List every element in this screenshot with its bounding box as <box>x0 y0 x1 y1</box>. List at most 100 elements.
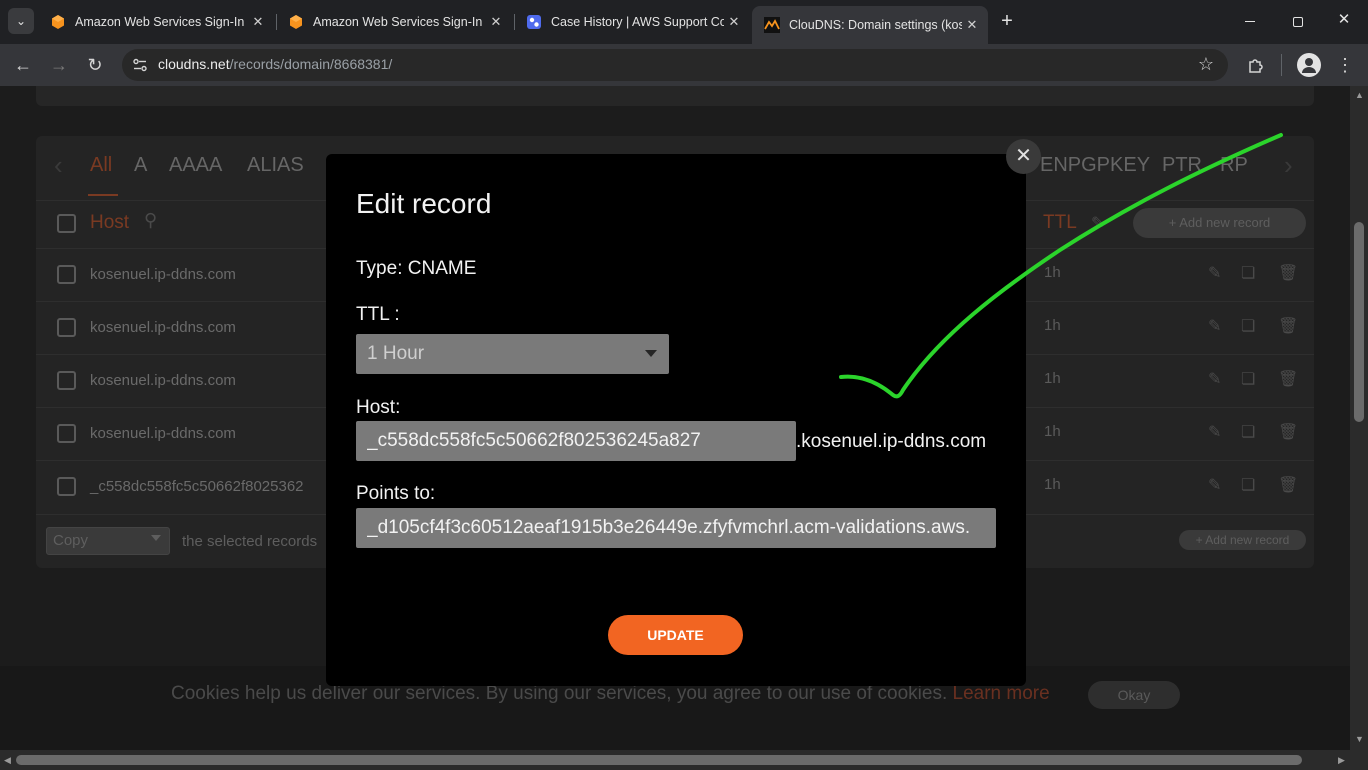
trash-icon[interactable]: 🗑 <box>1278 263 1298 283</box>
tab-a[interactable]: A <box>134 154 147 177</box>
trash-icon[interactable]: 🗑 <box>1278 316 1298 336</box>
host-column-header[interactable]: Host <box>90 212 129 234</box>
browser-tab-2[interactable]: Amazon Web Services Sign-In ✕ <box>276 8 512 36</box>
trash-icon[interactable]: 🗑 <box>1278 475 1298 495</box>
plus-icon: + <box>1001 10 1013 32</box>
cloudns-icon <box>764 17 780 33</box>
browser-tab-1[interactable]: Amazon Web Services Sign-In ✕ <box>38 8 274 36</box>
update-button[interactable]: UPDATE <box>608 615 743 655</box>
tab-rp[interactable]: RP <box>1220 154 1248 177</box>
tab-all[interactable]: All <box>90 154 112 177</box>
forward-button[interactable]: → <box>45 52 73 78</box>
scroll-right-icon[interactable]: ▶ <box>1338 755 1345 766</box>
menu-button[interactable]: ⋮ <box>1331 52 1359 78</box>
copy-record-icon[interactable]: ❏ <box>1241 263 1255 283</box>
reload-button[interactable]: ↻ <box>81 52 109 78</box>
arrow-left-icon: ← <box>14 55 32 75</box>
aws-icon <box>290 15 302 29</box>
select-all-checkbox[interactable] <box>57 214 76 233</box>
row-checkbox[interactable] <box>57 318 76 337</box>
copy-record-icon[interactable]: ❏ <box>1241 475 1255 495</box>
host-input[interactable] <box>356 421 796 461</box>
close-icon[interactable]: ✕ <box>724 14 744 30</box>
scroll-down-icon[interactable]: ▼ <box>1355 734 1364 744</box>
row-host: _c558dc558fc5c50662f8025362 <box>90 478 304 495</box>
cookie-message: Cookies help us deliver our services. By… <box>171 683 948 704</box>
host-label: Host: <box>356 397 401 418</box>
close-icon[interactable]: ✕ <box>486 14 506 30</box>
points-to-input[interactable] <box>356 508 996 548</box>
arrow-right-icon: → <box>50 55 68 75</box>
browser-tab-4-active[interactable]: ClouDNS: Domain settings (kos ✕ <box>752 6 988 44</box>
address-bar[interactable]: cloudns.net/records/domain/8668381/ ☆ <box>122 49 1228 81</box>
caret-down-icon <box>645 350 657 357</box>
profile-button[interactable] <box>1297 53 1321 77</box>
vertical-scrollbar[interactable]: ▲ ▼ <box>1350 86 1368 750</box>
close-window-button[interactable]: ✕ <box>1334 10 1354 30</box>
site-settings-icon <box>133 58 147 72</box>
copy-record-icon[interactable]: ❏ <box>1241 422 1255 442</box>
modal-title: Edit record <box>356 188 492 219</box>
cookie-okay-button[interactable]: Okay <box>1088 681 1180 709</box>
close-icon: ✕ <box>1337 11 1351 28</box>
row-host: kosenuel.ip-ddns.com <box>90 425 236 442</box>
ttl-column-header[interactable]: TTL <box>1043 212 1077 234</box>
add-new-record-button-bottom[interactable]: + Add new record <box>1179 530 1306 550</box>
horizontal-scrollbar[interactable]: ◀ ▶ <box>0 750 1368 770</box>
add-new-record-button[interactable]: + Add new record <box>1133 208 1306 238</box>
extensions-button[interactable] <box>1242 52 1270 78</box>
url-path: /records/domain/8668381/ <box>229 56 393 72</box>
learn-more-link[interactable]: Learn more <box>953 683 1050 704</box>
row-host: kosenuel.ip-ddns.com <box>90 266 236 283</box>
row-checkbox[interactable] <box>57 424 76 443</box>
tab-aaaa[interactable]: AAAA <box>169 154 222 177</box>
row-host: kosenuel.ip-ddns.com <box>90 319 236 336</box>
browser-tab-3[interactable]: Case History | AWS Support Cor ✕ <box>514 8 750 36</box>
row-checkbox[interactable] <box>57 477 76 496</box>
url-text: cloudns.net/records/domain/8668381/ <box>158 56 392 72</box>
tab-alias[interactable]: ALIAS <box>247 154 304 177</box>
search-icon[interactable]: ⚲ <box>144 210 157 231</box>
minimize-button[interactable] <box>1240 12 1260 32</box>
edit-icon[interactable]: ✎ <box>1208 369 1221 389</box>
edit-icon[interactable]: ✎ <box>1208 316 1221 336</box>
avatar-icon <box>1302 58 1316 73</box>
edit-icon[interactable]: ✎ <box>1091 213 1104 233</box>
row-checkbox[interactable] <box>57 371 76 390</box>
close-icon[interactable]: ✕ <box>248 14 268 30</box>
chevron-right-icon[interactable]: › <box>1284 150 1293 181</box>
edit-icon[interactable]: ✎ <box>1208 422 1221 442</box>
minimize-icon <box>1245 21 1255 22</box>
tab-ptr[interactable]: PTR <box>1162 154 1202 177</box>
horizontal-scroll-thumb[interactable] <box>16 755 1302 765</box>
maximize-button[interactable] <box>1288 12 1308 32</box>
bulk-action-select[interactable]: Copy <box>46 527 170 555</box>
back-button[interactable]: ← <box>9 52 37 78</box>
tab-search-button[interactable]: ⌄ <box>8 8 34 34</box>
new-tab-button[interactable]: + <box>995 10 1019 34</box>
tab-enpgpkey[interactable]: ENPGPKEY <box>1040 154 1150 177</box>
chevron-left-icon[interactable]: ‹ <box>54 150 63 181</box>
host-domain-suffix: .kosenuel.ip-ddns.com <box>796 431 987 452</box>
tab-title: ClouDNS: Domain settings (kos <box>789 18 962 32</box>
row-checkbox[interactable] <box>57 265 76 284</box>
scroll-up-icon[interactable]: ▲ <box>1355 90 1364 100</box>
modal-close-button[interactable]: ✕ <box>1006 139 1041 174</box>
bulk-action-value: Copy <box>53 532 89 549</box>
bookmark-star-icon[interactable]: ☆ <box>1198 54 1214 75</box>
copy-record-icon[interactable]: ❏ <box>1241 369 1255 389</box>
edit-icon[interactable]: ✎ <box>1208 475 1221 495</box>
close-icon[interactable]: ✕ <box>962 17 982 33</box>
tab-title: Case History | AWS Support Cor <box>551 15 724 29</box>
vertical-scroll-thumb[interactable] <box>1354 222 1364 422</box>
trash-icon[interactable]: 🗑 <box>1278 369 1298 389</box>
scroll-left-icon[interactable]: ◀ <box>4 755 11 766</box>
ttl-select[interactable]: 1 Hour <box>356 334 669 374</box>
record-type-label: Type: CNAME <box>356 258 477 279</box>
row-ttl: 1h <box>1044 423 1061 440</box>
caret-down-icon <box>151 535 161 541</box>
browser-tab-bar: ⌄ Amazon Web Services Sign-In ✕ Amazon W… <box>0 0 1368 44</box>
copy-record-icon[interactable]: ❏ <box>1241 316 1255 336</box>
trash-icon[interactable]: 🗑 <box>1278 422 1298 442</box>
edit-icon[interactable]: ✎ <box>1208 263 1221 283</box>
